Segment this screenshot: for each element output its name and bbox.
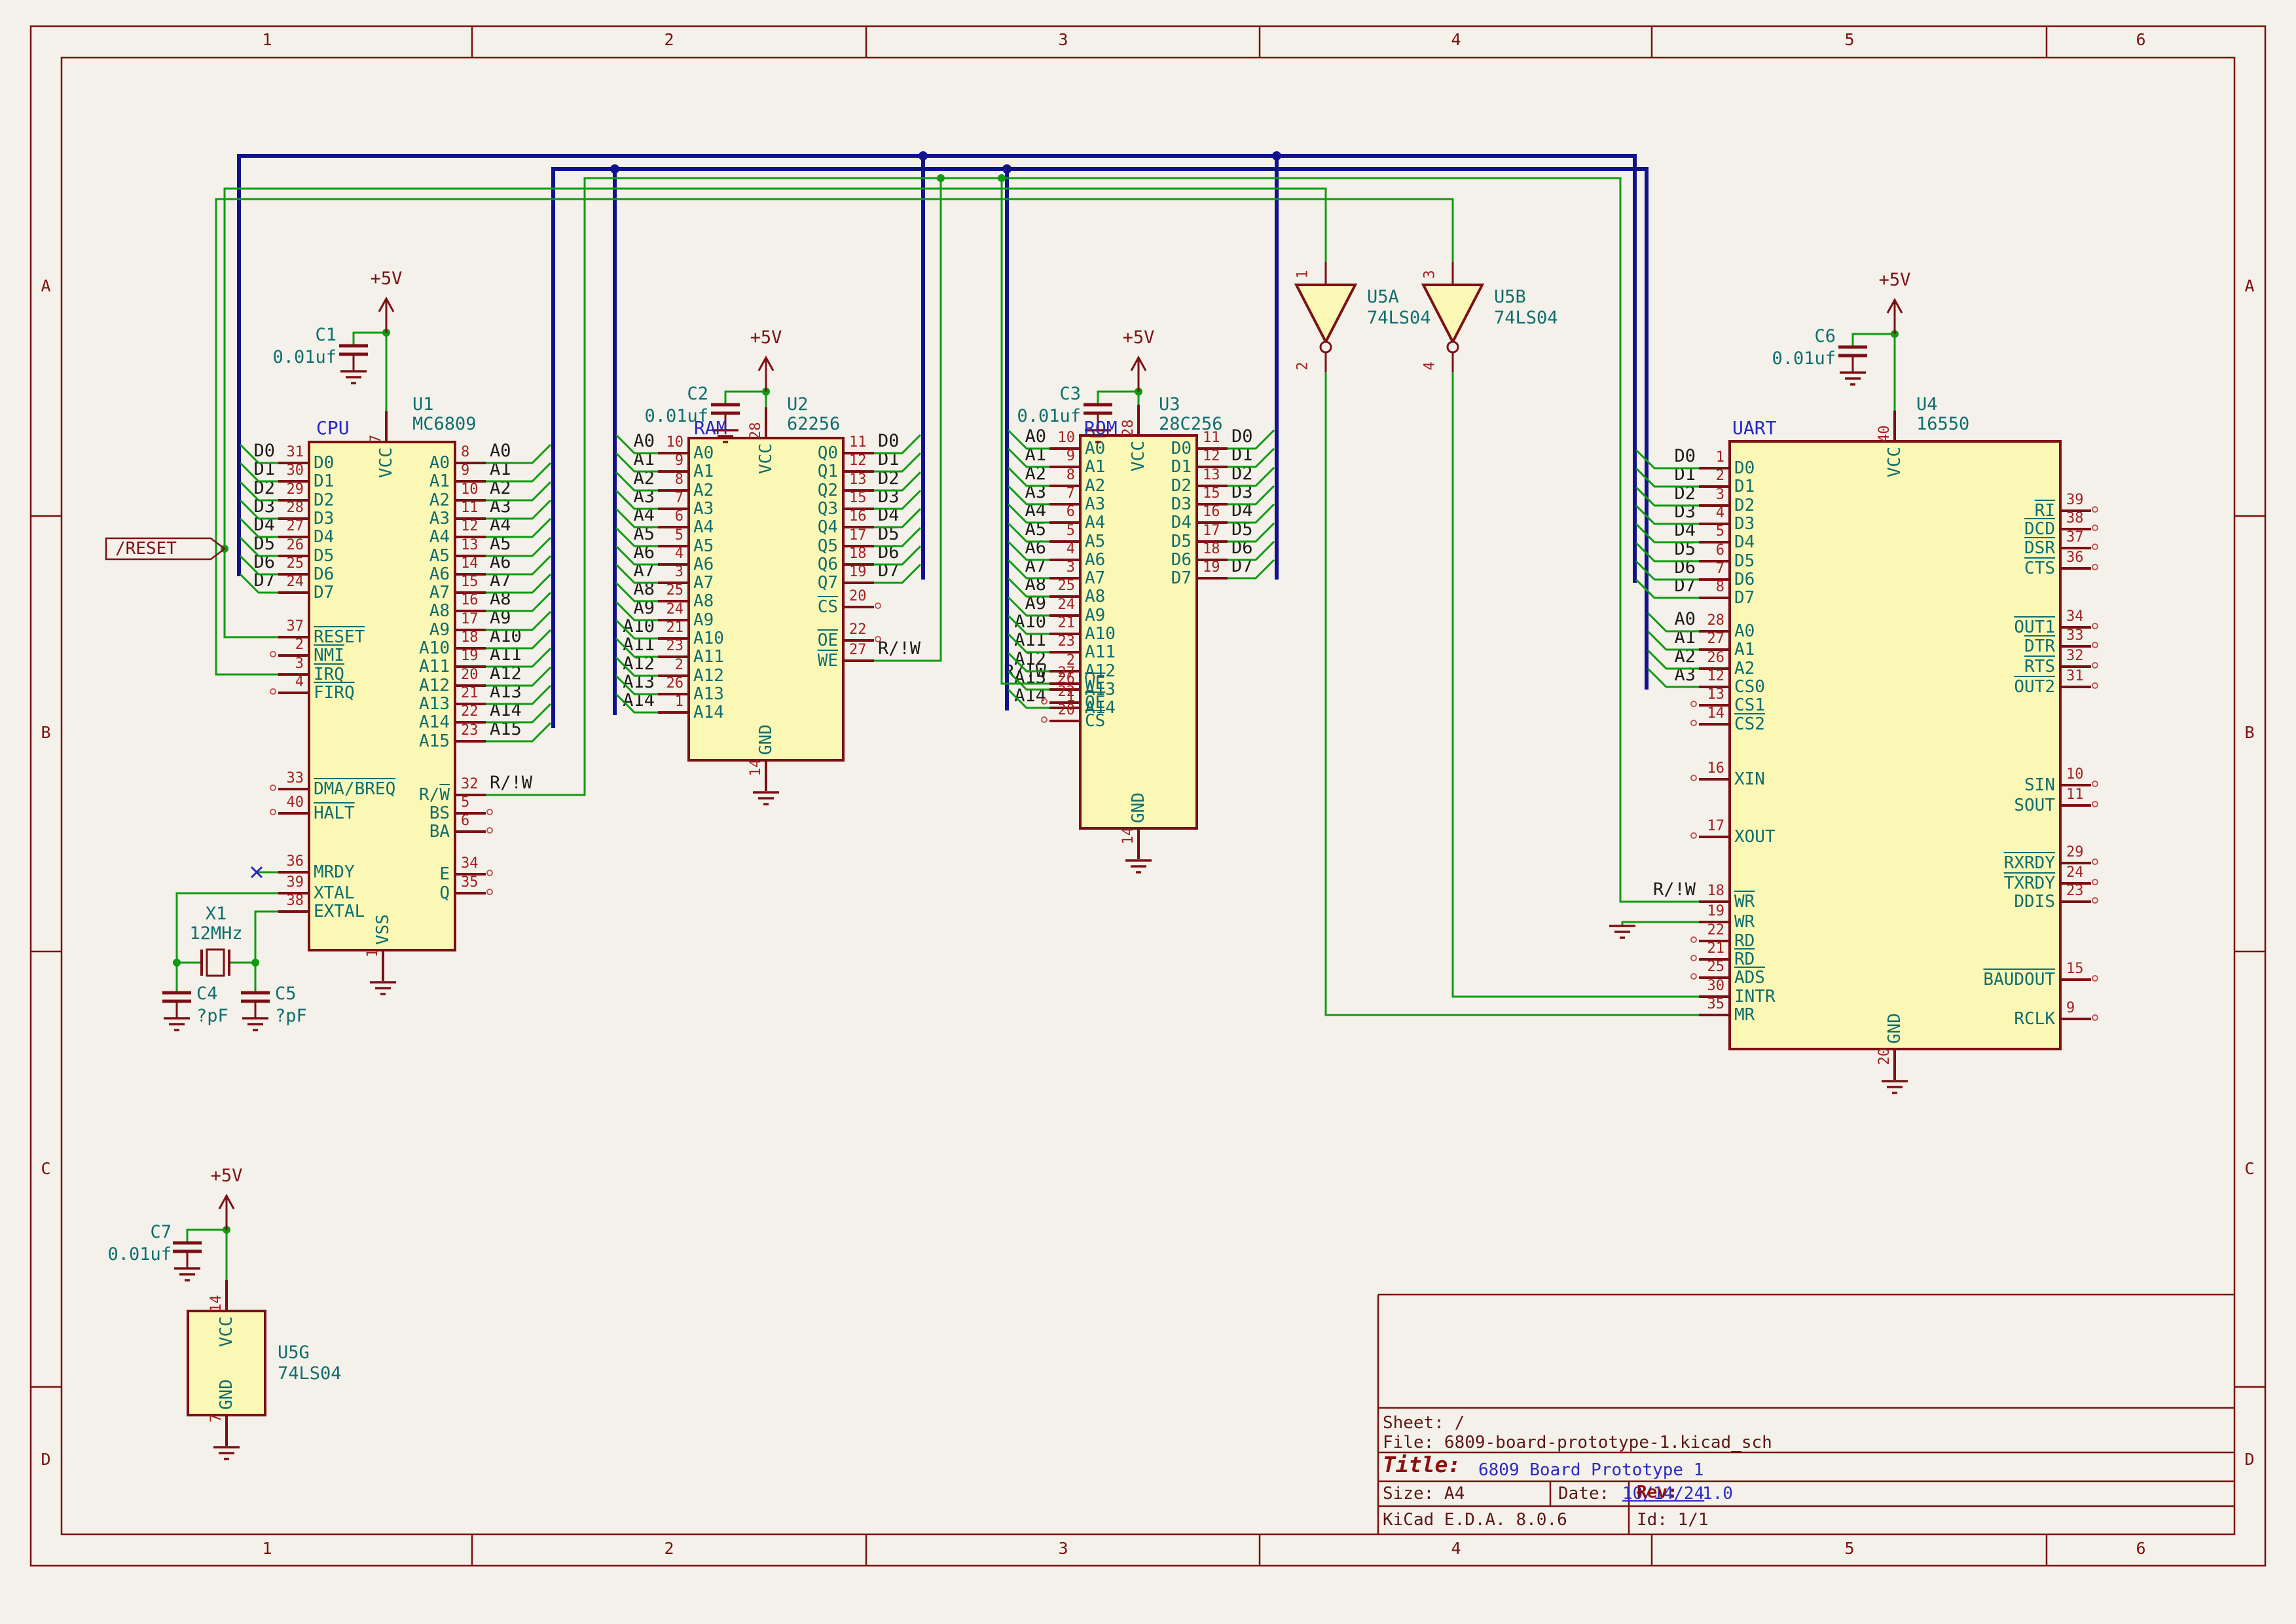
wire-junctions — [173, 174, 1899, 1234]
capacitor-plates[interactable] — [162, 346, 1867, 1251]
schematic-sheet: 31D0D030D1D129D2D228D3D327D4D426D5D525D6… — [0, 0, 2296, 1624]
inverter-u5a[interactable] — [1296, 262, 1355, 372]
crystal-symbol[interactable] — [202, 950, 229, 976]
reset-global-label-shape[interactable] — [106, 538, 225, 559]
title-block-frame — [1378, 1295, 2234, 1534]
wires[interactable] — [177, 178, 1895, 1280]
data-bus[interactable] — [239, 156, 1635, 583]
address-bus[interactable] — [553, 169, 1647, 728]
reset-net[interactable] — [225, 189, 1326, 637]
plus5v-symbols — [219, 299, 1902, 1230]
bus-entry-wires — [240, 430, 1699, 741]
rw-net[interactable] — [486, 178, 1699, 902]
wires-and-symbols[interactable] — [0, 0, 2296, 1624]
inverter-u5b[interactable] — [1423, 262, 1482, 372]
sheet-frame — [31, 26, 2265, 1566]
